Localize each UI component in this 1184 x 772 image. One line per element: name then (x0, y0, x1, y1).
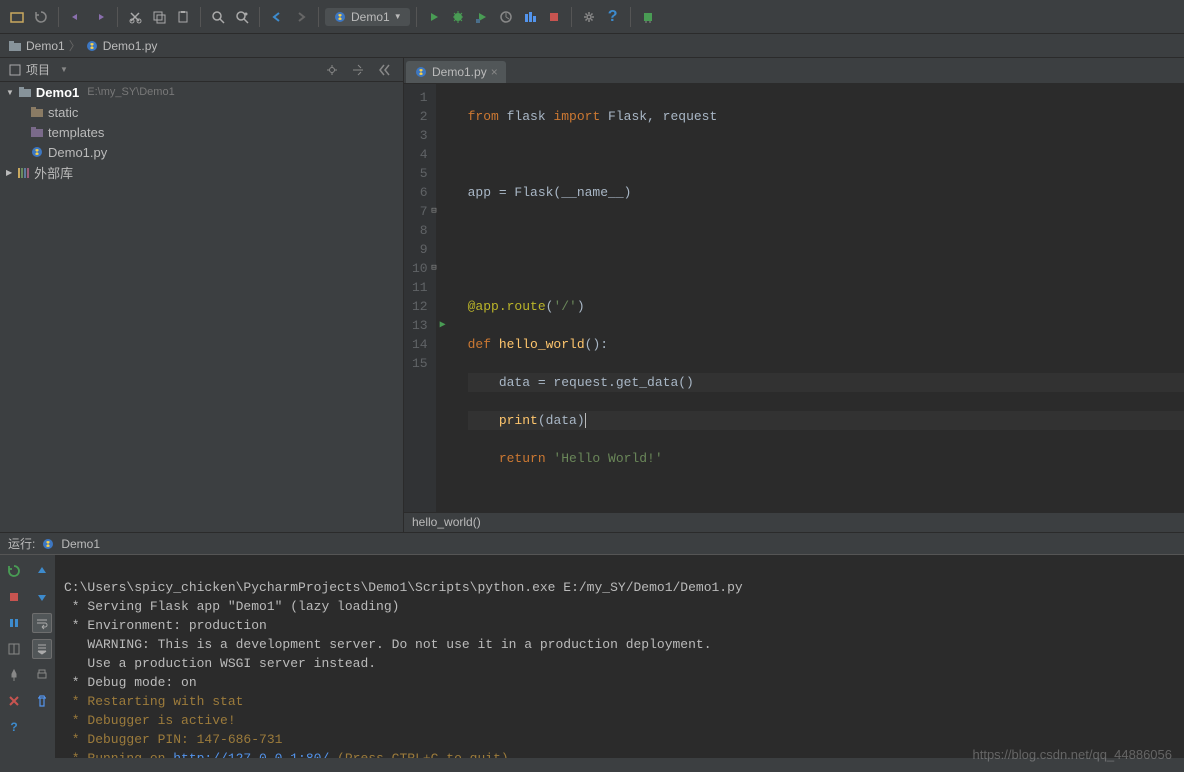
replace-icon[interactable] (231, 6, 253, 28)
down-icon[interactable] (32, 587, 52, 607)
code-area[interactable]: from flask import Flask, request app = F… (436, 84, 1184, 512)
help-icon[interactable]: ? (602, 6, 624, 28)
breadcrumb-item[interactable]: Demo1 (26, 39, 65, 53)
breadcrumb-item[interactable]: Demo1.py (103, 39, 158, 53)
run-coverage-icon[interactable] (471, 6, 493, 28)
layout-icon[interactable] (4, 639, 24, 659)
run-icon[interactable] (423, 6, 445, 28)
back-icon[interactable] (266, 6, 288, 28)
project-tree[interactable]: ▼ Demo1 E:\my_SY\Demo1 static templates … (0, 82, 403, 532)
soft-wrap-icon[interactable] (32, 613, 52, 633)
settings-icon[interactable] (578, 6, 600, 28)
main-toolbar: Demo1 ▼ ? (0, 0, 1184, 34)
folder-icon (8, 40, 22, 52)
paste-icon[interactable] (172, 6, 194, 28)
breadcrumb-bar: Demo1 〉 Demo1.py (0, 34, 1184, 58)
tree-item-label: Demo1.py (48, 145, 107, 160)
python-icon (85, 39, 99, 53)
console-output[interactable]: C:\Users\spicy_chicken\PycharmProjects\D… (56, 555, 1184, 758)
dropdown-icon[interactable]: ▼ (60, 65, 68, 74)
tree-root[interactable]: ▼ Demo1 E:\my_SY\Demo1 (0, 82, 403, 102)
run-config-label: Demo1 (351, 10, 390, 24)
print-icon[interactable] (32, 665, 52, 685)
close-icon[interactable]: × (491, 65, 498, 79)
pin-icon[interactable] (4, 665, 24, 685)
up-icon[interactable] (32, 561, 52, 581)
project-icon (8, 63, 22, 77)
stop-icon[interactable] (4, 587, 24, 607)
collapse-icon[interactable] (347, 59, 369, 81)
concurrent-icon[interactable] (519, 6, 541, 28)
reload-icon[interactable] (30, 6, 52, 28)
project-title: 项目 (26, 61, 50, 78)
tree-item-label: static (48, 105, 78, 120)
project-tool-window: 项目 ▼ ▼ Demo1 E:\my_SY\Demo1 static templ… (0, 58, 404, 532)
editor-tab-label: Demo1.py (432, 65, 487, 79)
run-tool-header: 运行: Demo1 (0, 532, 1184, 554)
console-link[interactable]: http://127.0.0.1:80/ (173, 751, 329, 758)
find-icon[interactable] (207, 6, 229, 28)
tree-item[interactable]: static (0, 102, 403, 122)
library-icon (16, 166, 30, 178)
undo-icon[interactable] (65, 6, 87, 28)
rerun-icon[interactable] (4, 561, 24, 581)
forward-icon[interactable] (290, 6, 312, 28)
trash-icon[interactable] (32, 691, 52, 711)
code-editor[interactable]: 123456 7⊟89 10⊟1112 13▶1415 from flask i… (404, 84, 1184, 512)
chevron-right-icon: 〉 (69, 37, 81, 54)
pause-icon[interactable] (4, 613, 24, 633)
update-icon[interactable] (637, 6, 659, 28)
stop-icon[interactable] (543, 6, 565, 28)
run-console: ? C:\Users\spicy_chicken\PycharmProjects… (0, 554, 1184, 758)
cut-icon[interactable] (124, 6, 146, 28)
chevron-down-icon: ▼ (6, 88, 14, 97)
profile-icon[interactable] (495, 6, 517, 28)
tree-item[interactable]: templates (0, 122, 403, 142)
editor-tab[interactable]: Demo1.py × (406, 61, 506, 83)
chevron-right-icon: ▶ (6, 168, 12, 177)
tree-root-name: Demo1 (36, 85, 79, 100)
folder-icon (30, 106, 44, 118)
redo-icon[interactable] (89, 6, 111, 28)
folder-icon (18, 86, 32, 98)
python-icon (414, 65, 428, 79)
hide-icon[interactable] (373, 59, 395, 81)
gear-icon[interactable] (321, 59, 343, 81)
editor-pane: Demo1.py × 123456 7⊟89 10⊟1112 13▶1415 f… (404, 58, 1184, 532)
help-icon[interactable]: ? (4, 717, 24, 737)
python-icon (41, 537, 55, 551)
tree-external-libs[interactable]: ▶ 外部库 (0, 162, 403, 182)
run-config-name: Demo1 (61, 537, 100, 551)
open-icon[interactable] (6, 6, 28, 28)
editor-breadcrumb[interactable]: hello_world() (404, 512, 1184, 532)
run-config-selector[interactable]: Demo1 ▼ (325, 8, 410, 26)
tree-root-path: E:\my_SY\Demo1 (87, 86, 174, 98)
python-icon (30, 145, 44, 159)
scroll-end-icon[interactable] (32, 639, 52, 659)
run-label: 运行: (8, 535, 35, 552)
folder-icon (30, 126, 44, 138)
close-red-icon[interactable] (4, 691, 24, 711)
debug-icon[interactable] (447, 6, 469, 28)
copy-icon[interactable] (148, 6, 170, 28)
line-gutter: 123456 7⊟89 10⊟1112 13▶1415 (404, 84, 436, 512)
tree-item[interactable]: Demo1.py (0, 142, 403, 162)
tree-item-label: 外部库 (34, 163, 73, 182)
tree-item-label: templates (48, 125, 104, 140)
